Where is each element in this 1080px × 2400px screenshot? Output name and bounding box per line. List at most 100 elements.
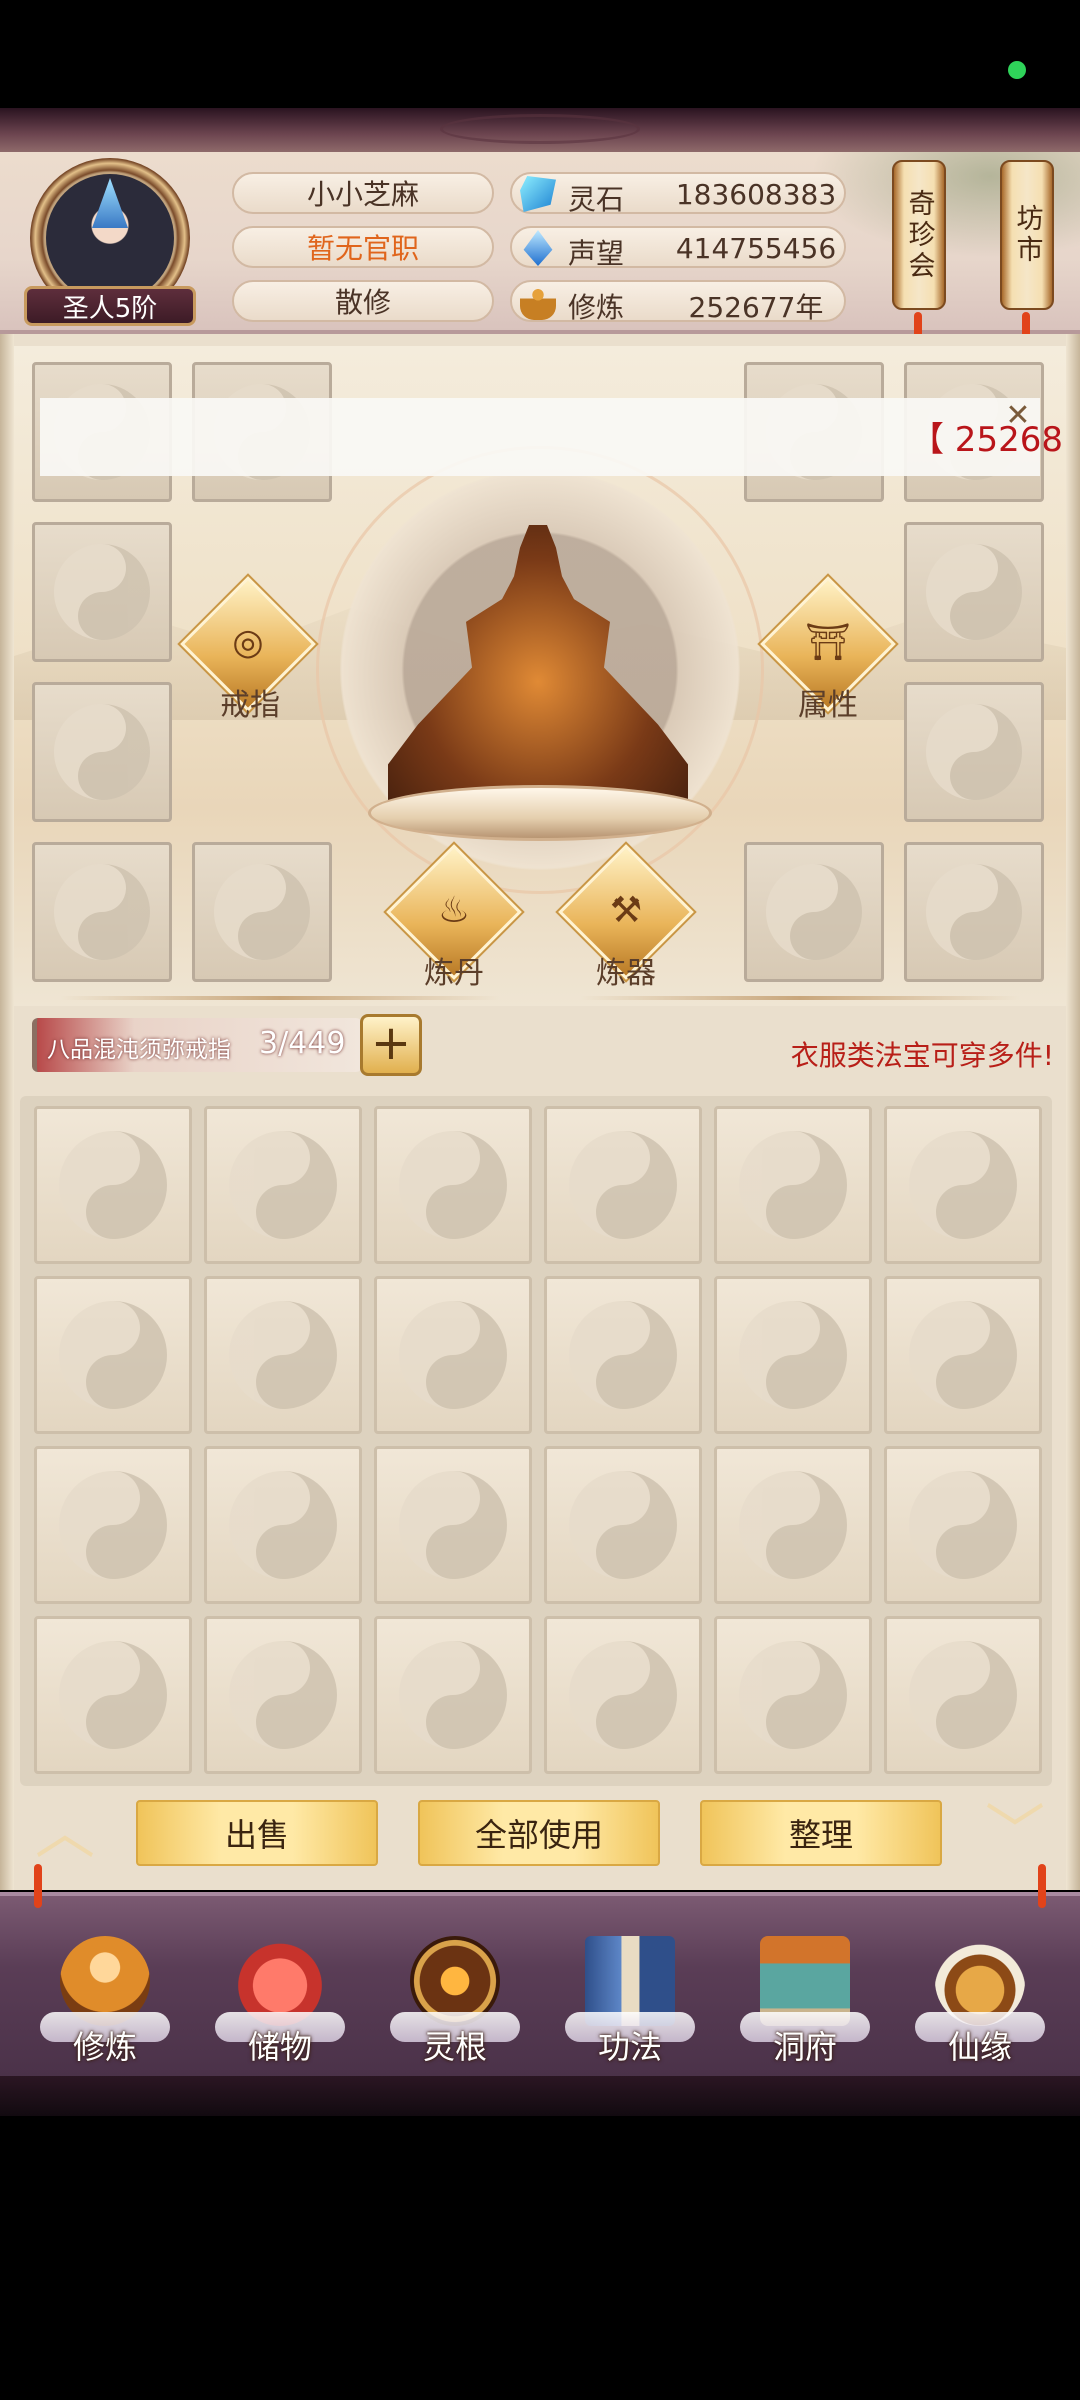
nav-cultivation[interactable]: 修炼 <box>40 1930 170 2070</box>
attributes-icon: ⛩ <box>805 622 851 663</box>
ring-label: 戒指 <box>220 688 280 723</box>
treasure-auction-button[interactable]: 奇珍会 <box>892 160 946 310</box>
yin-yang-icon <box>229 1301 337 1409</box>
yin-yang-icon <box>54 864 150 960</box>
yin-yang-icon <box>229 1471 337 1579</box>
sell-button[interactable]: 出售 <box>136 1800 378 1866</box>
nav-spirit-root[interactable]: 灵根 <box>390 1930 520 2070</box>
inventory-slot[interactable] <box>374 1276 532 1434</box>
prestige-icon <box>523 230 553 266</box>
equip-slot[interactable] <box>904 682 1044 822</box>
yin-yang-icon <box>569 1301 677 1409</box>
yin-yang-icon <box>569 1131 677 1239</box>
page-down-icon[interactable]: ﹀ <box>970 1800 1060 1866</box>
inventory-slot[interactable] <box>34 1446 192 1604</box>
yin-yang-icon <box>54 704 150 800</box>
yin-yang-icon <box>399 1131 507 1239</box>
yin-yang-icon <box>229 1641 337 1749</box>
game-screen: 圣人5阶 小小芝麻 暂无官职 散修 灵石 183608383 声望 414755… <box>0 0 1080 2400</box>
nav-immortal-fate[interactable]: 仙缘 <box>915 1930 1045 2070</box>
close-icon[interactable]: ✕ <box>1000 398 1036 434</box>
yin-yang-icon <box>399 1301 507 1409</box>
inventory-slot[interactable] <box>34 1616 192 1774</box>
yin-yang-icon <box>229 1131 337 1239</box>
inventory-slot[interactable] <box>884 1446 1042 1604</box>
inventory-slot[interactable] <box>714 1616 872 1774</box>
equip-slot[interactable] <box>32 842 172 982</box>
status-indicator <box>1008 61 1026 79</box>
inventory-slot[interactable] <box>544 1616 702 1774</box>
equip-slot[interactable] <box>904 522 1044 662</box>
inventory-slot[interactable] <box>34 1106 192 1264</box>
inventory-slot[interactable] <box>544 1106 702 1264</box>
sort-button[interactable]: 整理 <box>700 1800 942 1866</box>
player-name: 小小芝麻 <box>232 172 494 214</box>
equip-slot[interactable] <box>32 522 172 662</box>
inventory-slot[interactable] <box>714 1446 872 1604</box>
sect-label: 散修 <box>232 280 494 322</box>
yin-yang-icon <box>926 864 1022 960</box>
inventory-slot[interactable] <box>544 1276 702 1434</box>
yin-yang-icon <box>739 1131 847 1239</box>
top-ornament-band <box>0 108 1080 152</box>
avatar-portrait <box>46 174 174 302</box>
attributes-label: 属性 <box>798 688 858 723</box>
official-title[interactable]: 暂无官职 <box>232 226 494 268</box>
nav-technique[interactable]: 功法 <box>565 1930 695 2070</box>
inventory-slot[interactable] <box>884 1276 1042 1434</box>
yin-yang-icon <box>909 1131 1017 1239</box>
yin-yang-icon <box>739 1301 847 1409</box>
rank-badge: 圣人5阶 <box>24 286 196 326</box>
yin-yang-icon <box>569 1471 677 1579</box>
resource-prestige: 声望 414755456 <box>510 226 846 270</box>
inventory-slot[interactable] <box>884 1106 1042 1264</box>
yin-yang-icon <box>59 1131 167 1239</box>
inventory-slot[interactable] <box>884 1616 1042 1774</box>
cultivation-icon <box>520 284 556 320</box>
cauldron-icon: ♨ <box>437 890 471 931</box>
yin-yang-icon <box>739 1471 847 1579</box>
expand-storage-button[interactable]: + <box>360 1014 422 1076</box>
ring-icon: ◎ <box>232 622 264 663</box>
resource-spirit-stone: 灵石 183608383 <box>510 172 846 216</box>
equip-slot[interactable] <box>904 842 1044 982</box>
resource-label: 声望 <box>568 237 625 270</box>
pedestal <box>368 785 712 841</box>
resource-label: 修炼 <box>568 291 625 324</box>
inventory-slot[interactable] <box>204 1446 362 1604</box>
inventory-slot[interactable] <box>204 1106 362 1264</box>
frame-right <box>1066 334 1080 1890</box>
inventory-slot[interactable] <box>34 1276 192 1434</box>
overlay-value: 【 25268 <box>910 420 1063 460</box>
inventory-slot[interactable] <box>204 1616 362 1774</box>
inventory-slot[interactable] <box>544 1446 702 1604</box>
tassel-decoration <box>34 1864 42 1908</box>
yin-yang-icon <box>926 544 1022 640</box>
nav-label: 洞府 <box>772 2028 837 2066</box>
frame-left <box>0 334 14 1890</box>
equip-slot[interactable] <box>192 842 332 982</box>
inventory-slot[interactable] <box>374 1446 532 1604</box>
equip-slot[interactable] <box>32 682 172 822</box>
nav-storage[interactable]: 储物 <box>215 1930 345 2070</box>
nav-label: 储物 <box>247 2028 312 2066</box>
nav-label: 修炼 <box>72 2028 137 2066</box>
inventory-slot[interactable] <box>714 1106 872 1264</box>
equip-slot[interactable] <box>744 842 884 982</box>
divider <box>580 996 1020 1000</box>
storage-capacity: 3/449 <box>259 1026 346 1061</box>
inventory-slot[interactable] <box>374 1616 532 1774</box>
notification-overlay <box>40 398 1040 476</box>
nav-label: 功法 <box>597 2028 662 2066</box>
storage-tip: 衣服类法宝可穿多件! <box>790 1039 1054 1072</box>
nav-label: 仙缘 <box>947 2028 1012 2066</box>
use-all-button[interactable]: 全部使用 <box>418 1800 660 1866</box>
inventory-slot[interactable] <box>714 1276 872 1434</box>
yin-yang-icon <box>739 1641 847 1749</box>
yin-yang-icon <box>399 1471 507 1579</box>
inventory-slot[interactable] <box>374 1106 532 1264</box>
page-up-icon[interactable]: ︿ <box>20 1800 110 1866</box>
nav-cave-abode[interactable]: 洞府 <box>740 1930 870 2070</box>
market-button[interactable]: 坊市 <box>1000 160 1054 310</box>
inventory-slot[interactable] <box>204 1276 362 1434</box>
